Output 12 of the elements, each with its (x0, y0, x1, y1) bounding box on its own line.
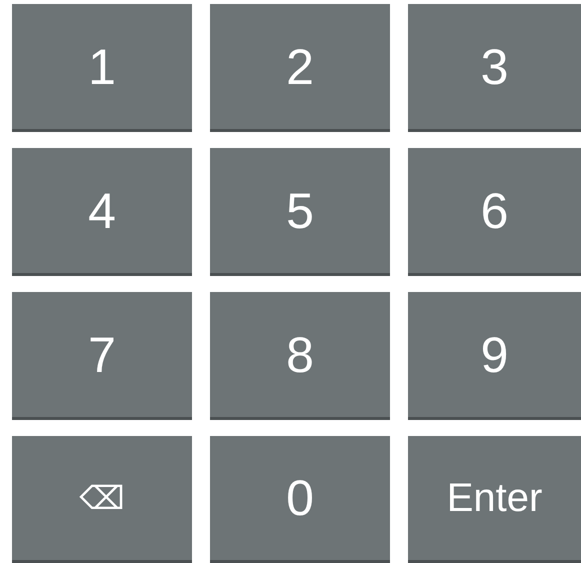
digit-key[interactable]: 5 (210, 148, 390, 276)
digit-key[interactable]: 7 (12, 292, 192, 420)
digit-key[interactable]: 8 (210, 292, 390, 420)
digit-key[interactable]: 6 (408, 148, 581, 276)
digit-key[interactable]: 4 (12, 148, 192, 276)
digit-key[interactable]: 0 (210, 436, 390, 563)
digit-key[interactable]: 3 (408, 4, 581, 132)
digit-key[interactable]: 9 (408, 292, 581, 420)
enter-key[interactable]: Enter (408, 436, 581, 563)
digit-key[interactable]: 1 (12, 4, 192, 132)
digit-key[interactable]: 2 (210, 4, 390, 132)
backspace-key[interactable]: ⌫ (12, 436, 192, 563)
